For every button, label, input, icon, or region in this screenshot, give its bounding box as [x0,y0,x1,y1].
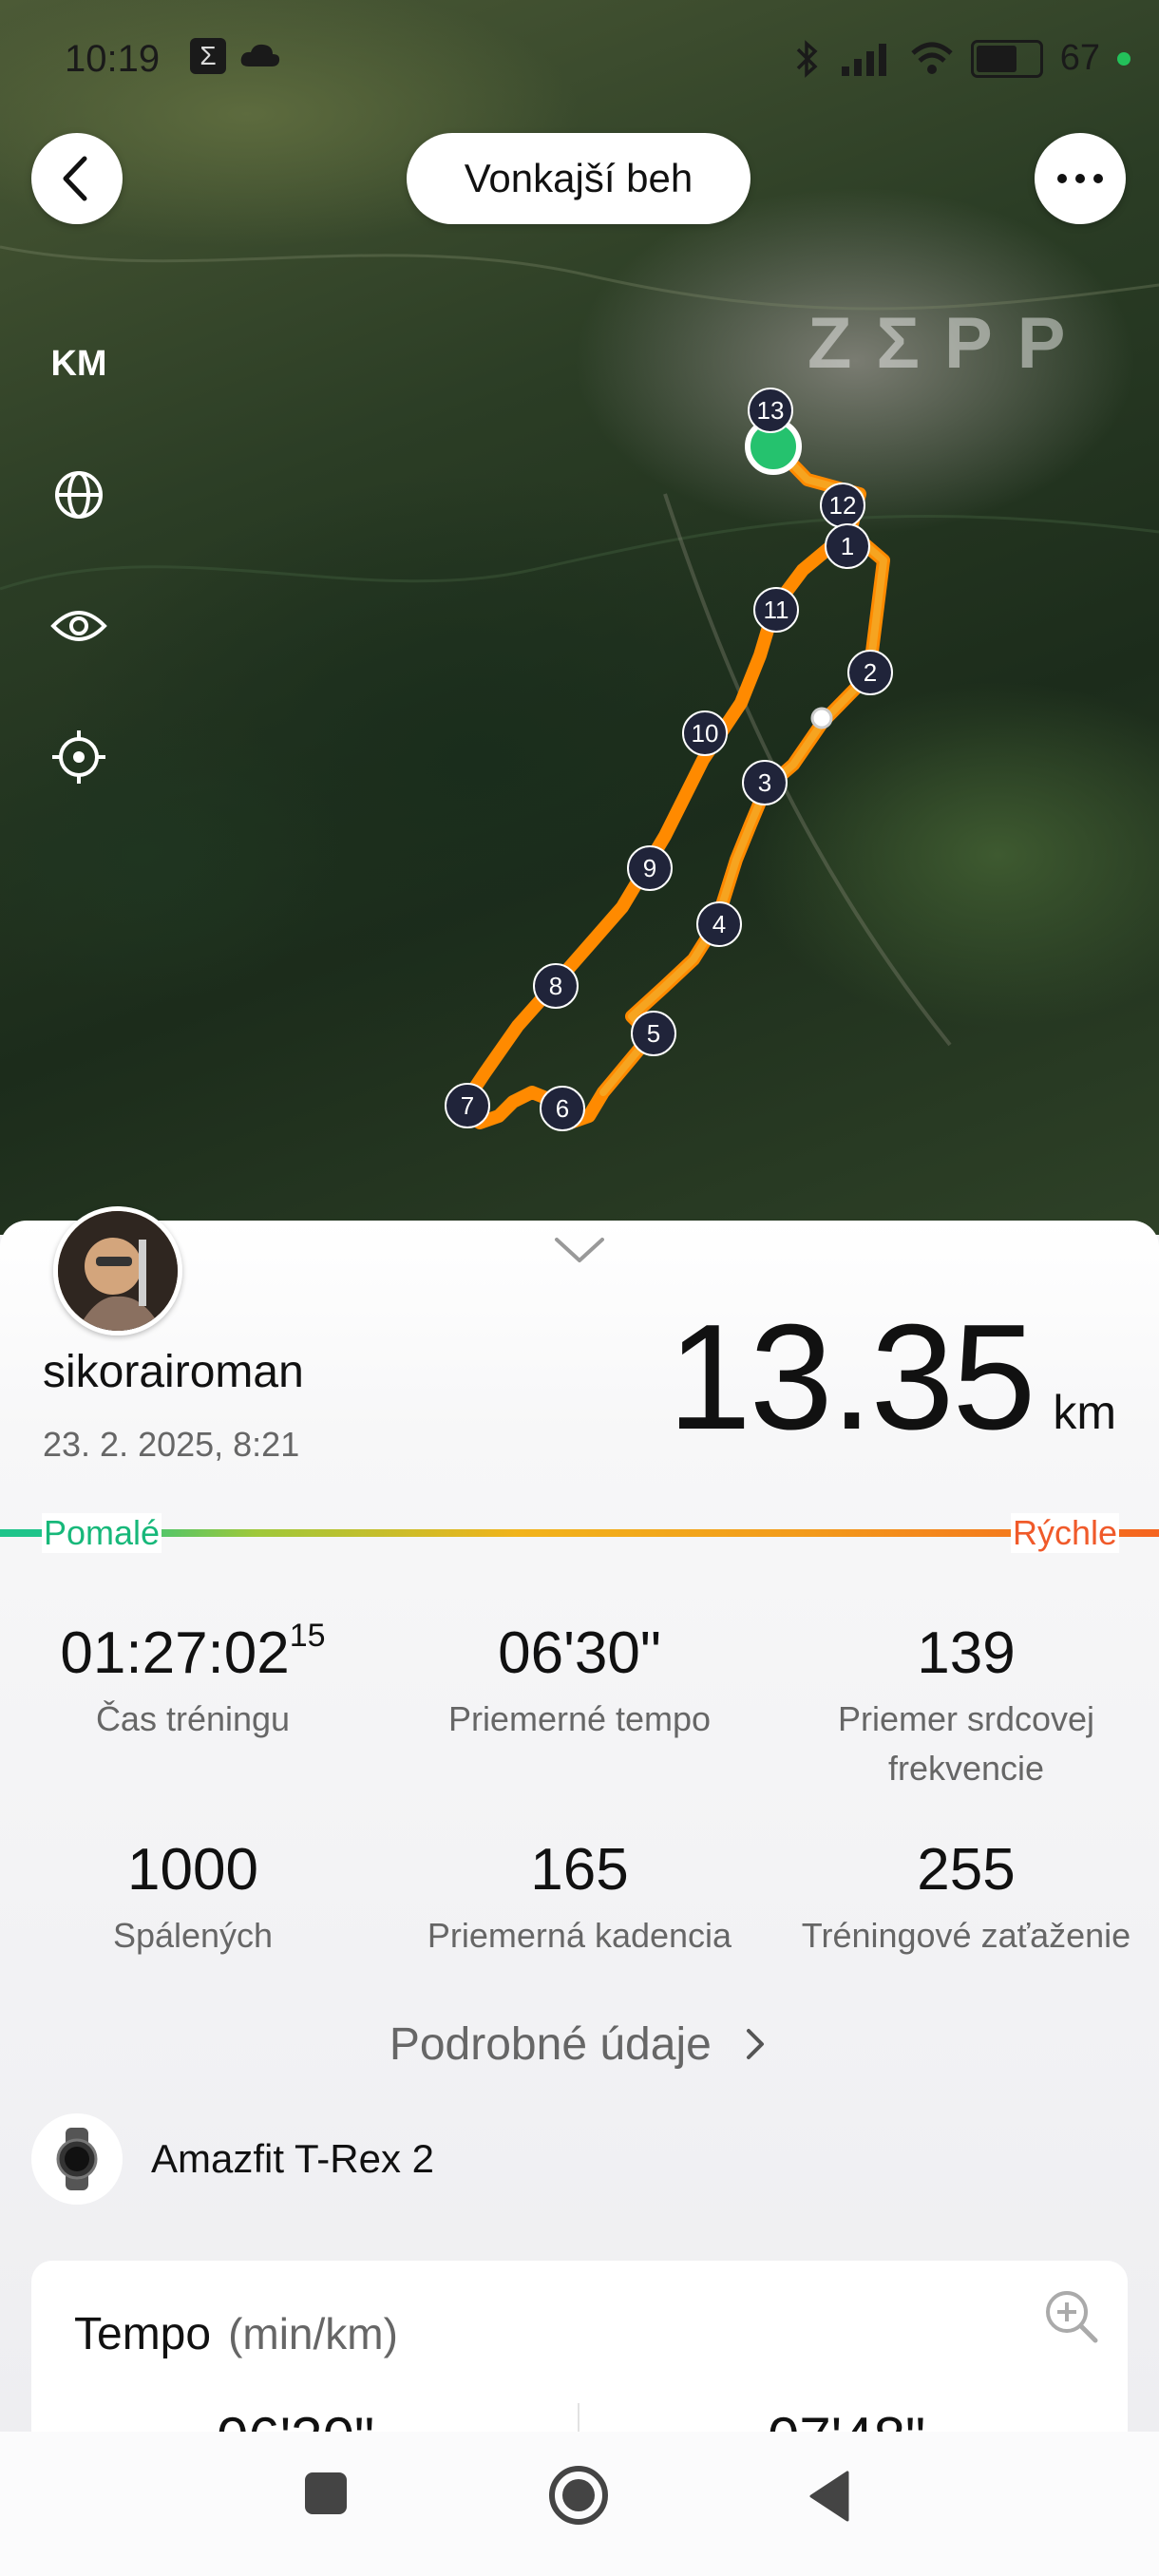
home-circle-icon[interactable] [547,2464,610,2527]
activity-type-title[interactable]: Vonkajší beh [407,133,750,224]
stat-value: 1000 [127,1837,258,1903]
stat-label: Priemerná kadencia [427,1916,732,1955]
km-marker-8: 8 [533,963,579,1009]
km-marker-7: 7 [445,1083,490,1128]
stat-label: Priemerné tempo [447,1699,712,1738]
stat-label: Priemer srdcovej frekvencie [837,1699,1095,1788]
km-marker-12: 12 [820,483,865,528]
pace-slow-label: Pomalé [42,1513,162,1553]
km-marker-5: 5 [631,1011,676,1056]
cloud-icon [240,44,280,66]
battery-percent: 67 [1059,38,1100,78]
zepp-watermark: ZΣPP [808,303,1091,384]
stat-training-load: 255 Tréningové zaťaženie [773,1836,1159,1960]
unit-label: KM [50,343,107,384]
eye-icon [50,611,107,641]
more-dots-icon [1057,174,1103,183]
activity-summary-sheet: sikorairoman 23. 2. 2025, 8:21 13.35 km … [0,1206,1159,2546]
km-marker-10: 10 [682,710,728,756]
watch-image [56,2128,98,2190]
status-notification-icons: Σ [190,38,281,74]
device-name: Amazfit T-Rex 2 [151,2136,434,2181]
km-marker-2: 2 [847,650,893,695]
status-bar: 10:19 Σ 67 [0,27,1159,93]
pace-fast-label: Rýchle [1010,1513,1119,1553]
km-marker-3: 3 [742,760,788,805]
distance-unit: km [1053,1386,1116,1439]
stat-value-hundredths: 15 [289,1618,326,1655]
chevron-right-icon [747,2029,765,2059]
back-button[interactable] [31,133,123,224]
stat-label: Spálených [112,1916,274,1955]
tempo-card-title: Tempo (min/km) [74,2309,398,2359]
signal-icon [841,43,886,76]
tempo-card-unit: (min/km) [228,2309,398,2358]
distance-value: 13.35 [667,1294,1036,1461]
km-marker-13: 13 [748,388,793,433]
username: sikorairoman [43,1347,304,1397]
km-marker-11: 11 [753,587,799,633]
stat-calories: 1000 Spálených [0,1836,386,1960]
map-side-toolbar: KM [38,323,120,847]
status-system-icons: 67 [790,38,1130,79]
stat-value: 06'30" [498,1620,661,1686]
sigma-app-icon: Σ [190,38,226,74]
visibility-button[interactable] [38,585,120,667]
battery-icon [970,39,1043,78]
avatar[interactable] [53,1206,182,1335]
avatar-image [58,1211,178,1331]
stat-label: Čas tréningu [95,1699,291,1738]
route-map[interactable]: 13 12 1 11 2 10 3 9 4 8 5 6 7 ZΣPP 10:19… [0,0,1159,1235]
detailed-data-link[interactable]: Podrobné údaje [0,2018,1159,2071]
km-marker-6: 6 [540,1086,585,1131]
total-distance: 13.35 km [668,1292,1116,1464]
pace-gradient-bar [0,1529,1159,1537]
globe-icon [55,471,103,519]
stat-value: 139 [917,1620,1016,1686]
map-layer-button[interactable] [38,454,120,536]
activity-date: 23. 2. 2025, 8:21 [43,1425,300,1464]
unit-toggle-button[interactable]: KM [38,323,120,405]
watch-icon [31,2113,123,2205]
stat-label: Tréningové zaťaženie [801,1916,1131,1955]
chevron-down-icon[interactable] [553,1236,606,1264]
detailed-data-label: Podrobné údaje [389,2019,712,2070]
device-row[interactable]: Amazfit T-Rex 2 [31,2113,434,2205]
more-options-button[interactable] [1035,133,1126,224]
stat-avg-heart-rate: 139 Priemer srdcovej frekvencie [773,1619,1159,1793]
bluetooth-icon [796,39,818,78]
locate-button[interactable] [38,716,120,798]
km-marker-4: 4 [696,901,742,947]
crosshair-icon [52,730,105,784]
chevron-left-icon [63,156,87,201]
stat-value: 01:27:0215 [60,1618,326,1686]
status-time: 10:19 [65,38,161,80]
wifi-icon [911,42,953,74]
stat-training-time: 01:27:0215 Čas tréningu [0,1618,386,1744]
recents-square-icon[interactable] [302,2470,350,2517]
back-triangle-icon[interactable] [808,2470,851,2523]
stat-value: 255 [917,1837,1016,1903]
privacy-indicator-dot [1117,51,1130,66]
stat-value: 165 [530,1837,629,1903]
km-marker-1: 1 [825,523,870,569]
km-marker-9: 9 [627,845,673,891]
zoom-in-icon[interactable] [1044,2289,1099,2344]
stat-avg-pace: 06'30" Priemerné tempo [387,1619,772,1744]
stat-avg-cadence: 165 Priemerná kadencia [387,1836,772,1960]
system-nav-bar [0,2432,1159,2576]
